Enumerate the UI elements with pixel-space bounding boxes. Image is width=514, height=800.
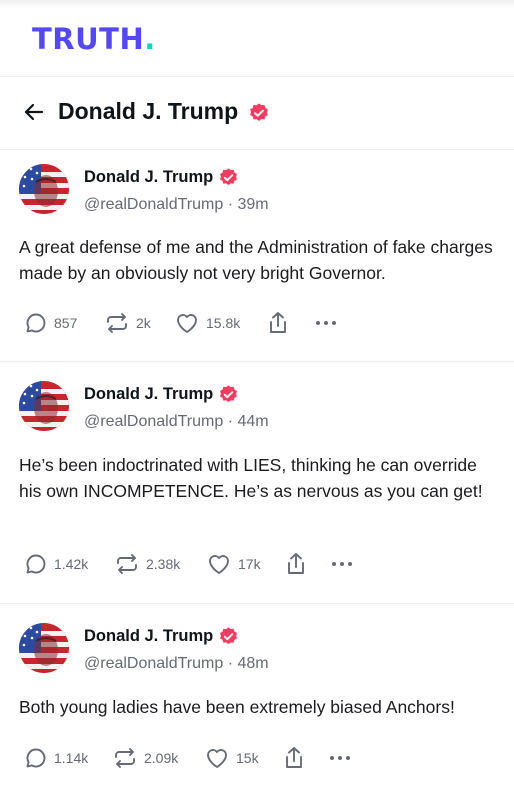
share-button[interactable] xyxy=(282,744,306,772)
logo-dot: . xyxy=(144,22,156,56)
heart-icon xyxy=(207,749,227,768)
avatar-image xyxy=(19,623,69,673)
heart-icon xyxy=(177,314,197,333)
reply-count: 1.42k xyxy=(54,556,89,572)
post-actions: 1.14k 2.09k 15k xyxy=(24,744,364,772)
post-actions: 1.42k 2.38k 17k xyxy=(24,550,364,578)
post-text: A great defense of me and the Administra… xyxy=(19,237,493,283)
author-name[interactable]: Donald J. Trump xyxy=(84,627,213,646)
reply-button[interactable]: 1.14k xyxy=(24,744,88,772)
like-count: 15.8k xyxy=(206,315,241,331)
logo-text: TRUTH xyxy=(32,22,145,56)
more-options-button[interactable] xyxy=(314,309,338,337)
post[interactable]: Donald J. Trump @realDonaldTrump · 48m B… xyxy=(0,604,514,800)
handle-timestamp: @realDonaldTrump · 39m xyxy=(84,196,269,213)
reply-button[interactable]: 857 xyxy=(24,309,77,337)
retruth-icon xyxy=(115,748,135,768)
reply-icon xyxy=(26,554,46,574)
handle-timestamp: @realDonaldTrump · 44m xyxy=(84,413,269,430)
retruth-count: 2.38k xyxy=(146,556,181,572)
retruth-count: 2k xyxy=(136,315,151,331)
like-count: 17k xyxy=(238,556,261,572)
reply-count: 1.14k xyxy=(54,750,89,766)
post-actions: 857 2k 15.8k xyxy=(24,309,364,337)
handle-timestamp: @realDonaldTrump · 48m xyxy=(84,655,269,672)
retruth-icon xyxy=(117,554,137,574)
truth-logo[interactable]: TRUTH. xyxy=(32,22,156,56)
share-button[interactable] xyxy=(284,550,308,578)
author-name[interactable]: Donald J. Trump xyxy=(84,168,213,187)
avatar-image xyxy=(19,381,69,431)
author-name[interactable]: Donald J. Trump xyxy=(84,385,213,404)
like-count: 15k xyxy=(236,750,259,766)
share-icon xyxy=(288,553,304,574)
avatar[interactable] xyxy=(19,381,69,431)
avatar[interactable] xyxy=(19,623,69,673)
reply-count: 857 xyxy=(54,315,78,331)
like-button[interactable]: 15.8k xyxy=(174,309,240,337)
like-button[interactable]: 17k xyxy=(206,550,261,578)
share-button[interactable] xyxy=(266,309,290,337)
post-text: Both young ladies have been extremely bi… xyxy=(19,697,455,717)
reply-icon xyxy=(26,313,46,333)
brand-bar: TRUTH. xyxy=(0,0,514,77)
share-icon xyxy=(270,312,286,333)
heart-icon xyxy=(209,555,229,574)
page-title: Donald J. Trump xyxy=(58,98,239,124)
retruth-button[interactable]: 2.38k xyxy=(114,550,180,578)
verified-badge-icon xyxy=(250,103,268,121)
share-icon xyxy=(286,747,302,768)
verified-badge-icon xyxy=(220,168,237,186)
more-options-button[interactable] xyxy=(328,744,352,772)
more-dots-icon xyxy=(332,562,352,566)
more-dots-icon xyxy=(330,756,350,760)
retruth-button[interactable]: 2.09k xyxy=(112,744,178,772)
retruth-button[interactable]: 2k xyxy=(104,309,151,337)
post-text: He’s been indoctrinated with LIES, think… xyxy=(19,455,483,501)
reply-button[interactable]: 1.42k xyxy=(24,550,88,578)
reply-icon xyxy=(26,748,46,768)
retruth-count: 2.09k xyxy=(144,750,179,766)
more-dots-icon xyxy=(316,321,336,325)
avatar[interactable] xyxy=(19,164,69,214)
verified-badge-icon xyxy=(220,627,237,645)
retruth-icon xyxy=(107,313,127,333)
post[interactable]: Donald J. Trump @realDonaldTrump · 39m A… xyxy=(0,150,514,362)
avatar-image xyxy=(19,164,69,214)
more-options-button[interactable] xyxy=(330,550,354,578)
verified-badge-icon xyxy=(220,385,237,403)
profile-header: Donald J. Trump xyxy=(0,78,514,150)
arrow-left-icon[interactable] xyxy=(22,100,46,124)
post[interactable]: Donald J. Trump @realDonaldTrump · 44m H… xyxy=(0,362,514,604)
like-button[interactable]: 15k xyxy=(204,744,259,772)
